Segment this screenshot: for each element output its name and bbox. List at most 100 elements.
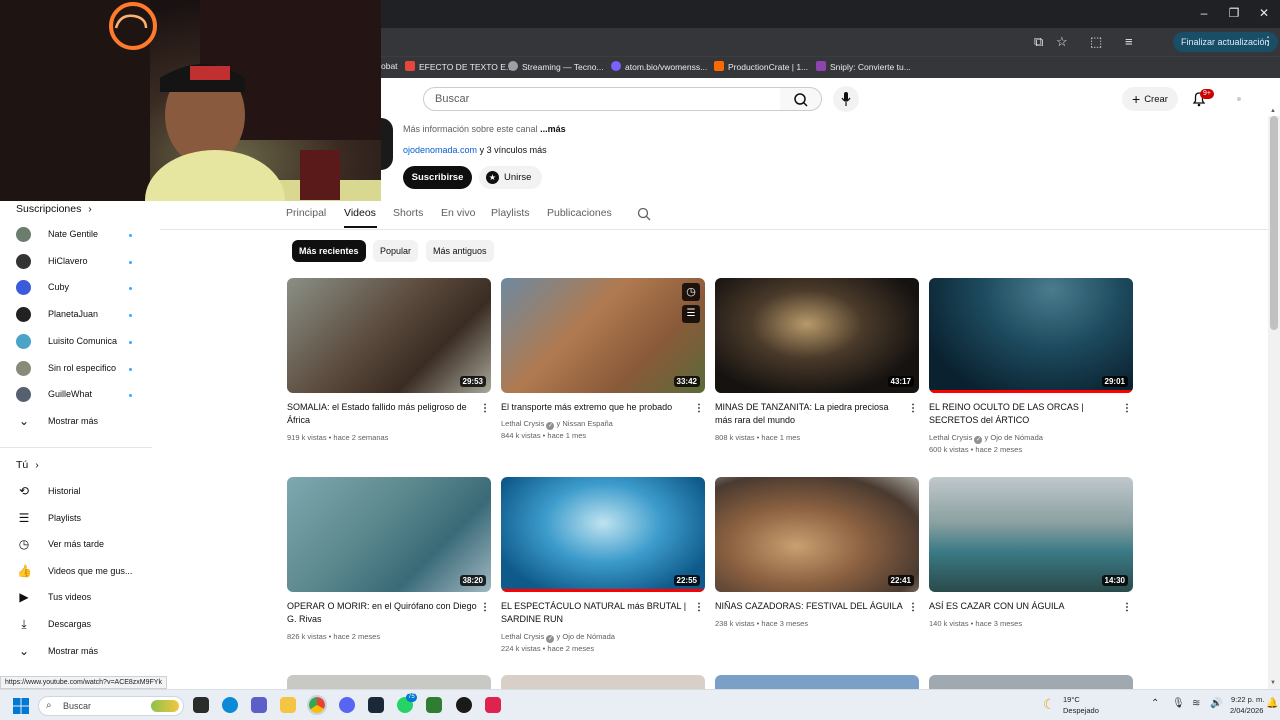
more-options-icon[interactable]: ⋮ <box>694 602 704 613</box>
weather-temp[interactable]: 19°C <box>1063 695 1080 704</box>
more-options-icon[interactable]: ⋮ <box>480 602 490 613</box>
video-thumbnail-partial[interactable] <box>287 675 491 689</box>
obs-icon[interactable] <box>456 697 472 713</box>
channel-name[interactable]: Lethal Crysis <box>501 632 544 641</box>
more-options-icon[interactable]: ⋮ <box>1122 602 1132 613</box>
maximize-icon[interactable]: ❐ <box>1224 6 1244 20</box>
app-icon[interactable] <box>426 697 442 713</box>
video-title[interactable]: EL ESPECTÁCULO NATURAL más BRUTAL | SARD… <box>501 600 691 626</box>
video-thumbnail[interactable]: 22:41 <box>715 477 919 592</box>
app-icon[interactable] <box>485 697 501 713</box>
video-thumbnail[interactable]: 33:42 ◷ ☰ <box>501 278 705 393</box>
channel-more-info[interactable]: Más información sobre este canal ...más <box>403 124 566 134</box>
bookmark-item[interactable]: obat <box>381 61 398 71</box>
file-explorer-icon[interactable] <box>280 697 296 713</box>
tab-live[interactable]: En vivo <box>441 207 475 219</box>
channel-name[interactable]: Lethal Crysis <box>501 419 544 428</box>
video-card[interactable]: 22:55 EL ESPECTÁCULO NATURAL más BRUTAL |… <box>501 477 705 657</box>
chip-popular[interactable]: Popular <box>373 240 419 262</box>
video-title[interactable]: MINAS DE TANZANITA: La piedra preciosa m… <box>715 401 905 427</box>
video-channel[interactable]: Lethal Crysis ✓ y Nissan España <box>501 419 613 430</box>
video-title[interactable]: EL REINO OCULTO DE LAS ORCAS | SECRETOS … <box>929 401 1119 427</box>
channel-avatar[interactable] <box>381 118 393 170</box>
volume-icon[interactable]: 🔊 <box>1210 698 1222 709</box>
video-channel[interactable]: Lethal Crysis ✓ y Ojo de Nómada <box>501 632 615 643</box>
steam-icon[interactable] <box>368 697 384 713</box>
video-thumbnail[interactable]: 38:20 <box>287 477 491 592</box>
wifi-icon[interactable]: ≋ <box>1192 698 1200 709</box>
bookmark-item[interactable]: EFECTO DE TEXTO E... <box>405 61 513 72</box>
more-options-icon[interactable]: ⋮ <box>694 403 704 414</box>
sidebar-subscription-item[interactable]: Luisito Comunica <box>16 332 146 352</box>
video-title[interactable]: El transporte más extremo que he probado <box>501 401 691 414</box>
bookmark-item[interactable]: Sniply: Convierte tu... <box>816 61 911 72</box>
video-channel[interactable]: Lethal Crysis ✓ y Ojo de Nómada <box>929 433 1043 444</box>
video-thumbnail[interactable]: 43:17 <box>715 278 919 393</box>
tab-posts[interactable]: Publicaciones <box>547 207 612 219</box>
video-card[interactable]: 33:42 ◷ ☰ El transporte más extremo que he … <box>501 278 705 458</box>
subscriptions-heading[interactable]: Suscripciones › <box>16 203 92 215</box>
tab-shorts[interactable]: Shorts <box>393 207 423 219</box>
video-thumbnail-partial[interactable] <box>501 675 705 689</box>
sidebar-item-clock[interactable]: ◷ Ver más tarde <box>16 535 146 555</box>
more-link[interactable]: ...más <box>540 124 566 134</box>
sidebar-item-thumbs-up[interactable]: 👍 Videos que me gus... <box>16 562 146 582</box>
more-options-icon[interactable]: ⋮ <box>480 403 490 414</box>
weather-desc[interactable]: Despejado <box>1063 706 1099 715</box>
edge-icon[interactable] <box>222 697 238 713</box>
scroll-up-icon[interactable]: ▲ <box>1270 108 1276 114</box>
discord-icon[interactable] <box>339 697 355 713</box>
you-heading[interactable]: Tú › <box>16 459 39 471</box>
video-thumbnail[interactable]: 29:53 <box>287 278 491 393</box>
task-view-icon[interactable] <box>193 697 209 713</box>
video-card[interactable]: 29:53 SOMALIA: el Estado fallido más peli… <box>287 278 491 458</box>
sidebar-subscription-item[interactable]: HiClavero <box>16 252 146 272</box>
bookmark-item[interactable]: Streaming — Tecno... <box>508 61 604 72</box>
add-to-queue-icon[interactable]: ☰ <box>682 305 700 323</box>
create-button[interactable]: + Crear <box>1122 87 1178 111</box>
sidebar-subscription-item[interactable]: Cuby <box>16 278 146 298</box>
more-options-icon[interactable]: ⋮ <box>1122 403 1132 414</box>
sidebar-subscription-item[interactable]: Nate Gentile <box>16 225 146 245</box>
search-input[interactable]: Buscar <box>423 87 781 111</box>
join-button[interactable]: ★ Unirse <box>479 166 542 189</box>
bookmark-star-icon[interactable]: ☆ <box>1056 34 1068 50</box>
microphone-tray-icon[interactable]: 🎙 <box>1172 698 1185 709</box>
tab-videos[interactable]: Videos <box>344 207 376 219</box>
tab-playlists[interactable]: Playlists <box>491 207 530 219</box>
video-title[interactable]: OPERAR O MORIR: en el Quirófano con Dieg… <box>287 600 477 626</box>
video-card[interactable]: 38:20 OPERAR O MORIR: en el Quirófano con… <box>287 477 491 657</box>
search-button[interactable] <box>780 87 822 111</box>
notification-center-icon[interactable]: 🔔 <box>1266 698 1278 709</box>
video-thumbnail[interactable]: 29:01 <box>929 278 1133 393</box>
video-card[interactable]: 29:01 EL REINO OCULTO DE LAS ORCAS | SECR… <box>929 278 1133 458</box>
channel-search-icon[interactable] <box>636 206 652 222</box>
sidebar-subscription-item[interactable]: PlanetaJuan <box>16 305 146 325</box>
subscribe-button[interactable]: Suscribirse <box>403 166 472 189</box>
more-options-icon[interactable]: ⋮ <box>908 403 918 414</box>
video-title[interactable]: ASÍ ES CAZAR CON UN ÁGUILA <box>929 600 1119 613</box>
channel-website-link[interactable]: ojodenomada.com <box>403 145 477 155</box>
video-card[interactable]: 22:41 NIÑAS CAZADORAS: FESTIVAL DEL ÁGUIL… <box>715 477 919 657</box>
sidebar-item-download[interactable]: ⤓ Descargas <box>16 615 146 635</box>
extensions-icon[interactable]: ⬚ <box>1090 34 1102 50</box>
sidebar-item-history[interactable]: ⟲ Historial <box>16 482 146 502</box>
cast-icon[interactable]: ⧉ <box>1034 34 1043 50</box>
video-thumbnail[interactable]: 14:30 <box>929 477 1133 592</box>
collab-name[interactable]: y Ojo de Nómada <box>557 632 615 641</box>
avatar[interactable] <box>1237 97 1241 101</box>
chevron-up-icon[interactable]: ⌃ <box>1151 698 1159 709</box>
clock-date[interactable]: 2/04/2026 <box>1230 706 1263 715</box>
video-card[interactable]: 43:17 MINAS DE TANZANITA: La piedra preci… <box>715 278 919 458</box>
taskbar-search-input[interactable]: ⌕ Buscar <box>38 696 184 716</box>
video-card[interactable]: 14:30 ASÍ ES CAZAR CON UN ÁGUILA ⋮ 140 k vi… <box>929 477 1133 657</box>
bookmark-item[interactable]: atom.bio/vwomenss... <box>611 61 707 72</box>
sidebar-item-playlist[interactable]: ☰ Playlists <box>16 509 146 529</box>
browser-menu-icon[interactable]: ⋮ <box>1262 34 1274 48</box>
video-thumbnail-partial[interactable] <box>715 675 919 689</box>
media-icon[interactable]: ≡ <box>1125 34 1133 49</box>
collab-name[interactable]: y Nissan España <box>557 419 613 428</box>
windows-start-icon[interactable] <box>13 698 29 714</box>
chip-oldest[interactable]: Más antiguos <box>426 240 494 262</box>
sidebar-subscription-item[interactable]: Sin rol especifico <box>16 359 146 379</box>
